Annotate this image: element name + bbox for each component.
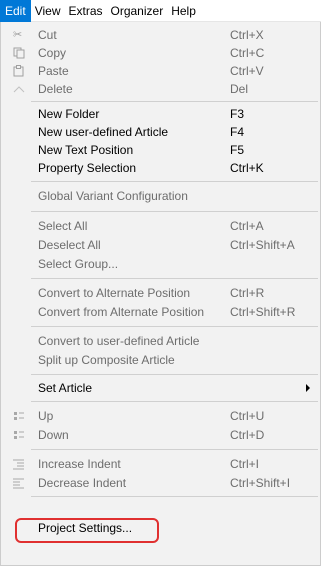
menu-item-shortcut: Ctrl+A xyxy=(230,219,264,233)
menu-item-label: Convert from Alternate Position xyxy=(38,305,205,319)
menu-item-delete[interactable]: Delete Del xyxy=(1,80,320,99)
menu-item-project-settings[interactable]: Project Settings... xyxy=(1,519,320,538)
menu-edit[interactable]: Edit xyxy=(0,0,31,22)
menu-item-cut[interactable]: ✂ Cut Ctrl+X xyxy=(1,26,320,45)
menu-item-label: New user-defined Article xyxy=(38,125,169,139)
menu-item-convert-from-alternate-position[interactable]: Convert from Alternate Position Ctrl+Shi… xyxy=(1,303,320,322)
menu-item-label: Down xyxy=(38,428,69,442)
menu-item-shortcut: Ctrl+C xyxy=(230,46,265,60)
menu-bar: Edit View Extras Organizer Help xyxy=(0,0,321,22)
menu-item-shortcut: Ctrl+Shift+I xyxy=(230,476,291,490)
paste-icon xyxy=(13,65,25,77)
menu-item-deselect-all[interactable]: Deselect All Ctrl+Shift+A xyxy=(1,236,320,255)
menu-item-shortcut: F3 xyxy=(230,107,245,121)
menu-item-up[interactable]: Up Ctrl+U xyxy=(1,407,320,426)
menu-item-convert-to-alternate-position[interactable]: Convert to Alternate Position Ctrl+R xyxy=(1,284,320,303)
separator xyxy=(31,326,318,327)
separator xyxy=(31,278,318,279)
menu-item-label: Convert to user-defined Article xyxy=(38,334,200,348)
menu-item-shortcut: Ctrl+U xyxy=(230,409,265,423)
menu-item-shortcut: F5 xyxy=(230,143,245,157)
menu-item-shortcut: Ctrl+D xyxy=(230,428,265,442)
menu-item-new-folder[interactable]: New Folder F3 xyxy=(1,105,320,124)
scissors-icon: ✂ xyxy=(13,29,23,41)
menu-item-label: New Folder xyxy=(38,107,100,121)
menu-item-label: Copy xyxy=(38,46,67,60)
menu-item-copy[interactable]: Copy Ctrl+C xyxy=(1,44,320,63)
menu-item-shortcut: Del xyxy=(230,82,249,96)
menu-item-select-group[interactable]: Select Group... xyxy=(1,255,320,274)
separator xyxy=(31,181,318,182)
menu-item-label: New Text Position xyxy=(38,143,134,157)
menu-item-label: Convert to Alternate Position xyxy=(38,286,191,300)
separator xyxy=(31,374,318,375)
menu-item-convert-to-user-defined-article[interactable]: Convert to user-defined Article xyxy=(1,332,320,351)
menu-item-label: Select All xyxy=(38,219,88,233)
move-up-icon xyxy=(13,410,25,422)
decrease-indent-icon xyxy=(13,477,25,489)
menu-view[interactable]: View xyxy=(31,0,65,22)
separator xyxy=(31,449,318,450)
menu-item-label: Decrease Indent xyxy=(38,476,127,490)
separator xyxy=(31,496,318,497)
menu-item-property-selection[interactable]: Property Selection Ctrl+K xyxy=(1,159,320,178)
menu-item-set-article[interactable]: Set Article xyxy=(1,379,320,398)
menu-item-new-text-position[interactable]: New Text Position F5 xyxy=(1,141,320,160)
separator xyxy=(31,401,318,402)
menu-item-label: Deselect All xyxy=(38,238,101,252)
menu-item-shortcut: F4 xyxy=(230,125,245,139)
menu-item-down[interactable]: Down Ctrl+D xyxy=(1,426,320,445)
menu-item-split-composite-article[interactable]: Split up Composite Article xyxy=(1,351,320,370)
menu-item-label: Up xyxy=(38,409,54,423)
menu-item-shortcut: Ctrl+I xyxy=(230,457,260,471)
menu-item-label: Delete xyxy=(38,82,73,96)
menu-item-label: Cut xyxy=(38,28,57,42)
menu-item-new-user-defined-article[interactable]: New user-defined Article F4 xyxy=(1,123,320,142)
menu-item-shortcut: Ctrl+R xyxy=(230,286,265,300)
menu-organizer[interactable]: Organizer xyxy=(107,0,168,22)
menu-item-label: Split up Composite Article xyxy=(38,353,175,367)
menu-item-global-variant-configuration[interactable]: Global Variant Configuration xyxy=(1,187,320,206)
menu-item-label: Increase Indent xyxy=(38,457,121,471)
menu-extras[interactable]: Extras xyxy=(64,0,106,22)
menu-item-label: Global Variant Configuration xyxy=(38,189,188,203)
separator xyxy=(31,101,318,102)
menu-item-label: Select Group... xyxy=(38,257,119,271)
menu-item-label: Paste xyxy=(38,64,69,78)
separator xyxy=(31,211,318,212)
copy-icon xyxy=(13,47,25,59)
menu-item-shortcut: Ctrl+Shift+A xyxy=(230,238,295,252)
increase-indent-icon xyxy=(13,458,25,470)
delete-icon xyxy=(13,83,25,95)
move-down-icon xyxy=(13,429,25,441)
menu-item-shortcut: Ctrl+K xyxy=(230,161,264,175)
menu-item-label: Set Article xyxy=(38,381,93,395)
edit-dropdown-menu: ✂ Cut Ctrl+X Copy Ctrl+C Paste Ctrl+V De… xyxy=(0,22,321,566)
menu-item-paste[interactable]: Paste Ctrl+V xyxy=(1,62,320,81)
menu-help[interactable]: Help xyxy=(167,0,200,22)
menu-item-shortcut: Ctrl+X xyxy=(230,28,264,42)
menu-item-label: Property Selection xyxy=(38,161,137,175)
menu-item-label: Project Settings... xyxy=(38,521,133,535)
submenu-arrow-icon xyxy=(306,384,310,392)
menu-item-decrease-indent[interactable]: Decrease Indent Ctrl+Shift+I xyxy=(1,474,320,493)
menu-item-shortcut: Ctrl+Shift+R xyxy=(230,305,296,319)
menu-item-select-all[interactable]: Select All Ctrl+A xyxy=(1,217,320,236)
menu-item-increase-indent[interactable]: Increase Indent Ctrl+I xyxy=(1,455,320,474)
menu-item-shortcut: Ctrl+V xyxy=(230,64,264,78)
